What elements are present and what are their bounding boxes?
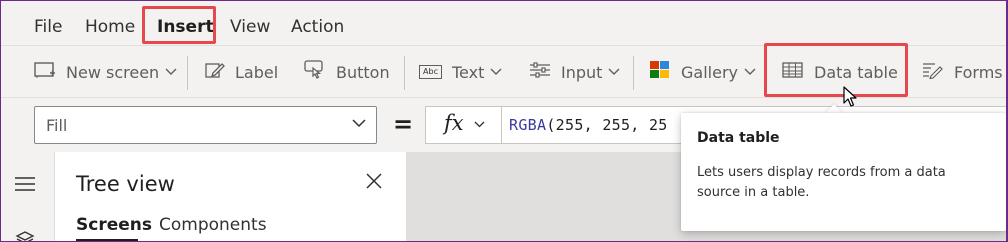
- property-value: Fill: [46, 116, 68, 135]
- new-screen-button[interactable]: New screen: [34, 46, 177, 98]
- input-icon: [529, 61, 561, 83]
- equals-sign: =: [393, 110, 414, 138]
- formula-function: RGBA: [509, 116, 547, 134]
- menu-home[interactable]: Home: [85, 17, 135, 37]
- data-table-tooltip: Data table Lets users display records fr…: [681, 113, 1006, 231]
- label-label: Label: [235, 62, 279, 82]
- tree-view-title: Tree view: [76, 172, 175, 196]
- new-screen-icon: [34, 61, 66, 83]
- text-label: Text: [452, 62, 485, 82]
- ribbon-separator: [187, 56, 188, 90]
- button-button[interactable]: Button: [304, 46, 390, 98]
- chevron-down-icon: [490, 68, 502, 75]
- chevron-down-icon: [474, 121, 485, 128]
- close-icon[interactable]: [365, 172, 383, 190]
- chevron-down-icon: [744, 68, 756, 75]
- button-icon: [304, 60, 336, 84]
- tooltip-title: Data table: [697, 130, 780, 146]
- left-rail: [1, 152, 55, 242]
- chevron-down-icon: [352, 119, 366, 128]
- property-dropdown[interactable]: Fill: [34, 106, 377, 144]
- gallery-icon: [649, 60, 681, 84]
- hamburger-icon[interactable]: [14, 176, 36, 192]
- app-window: File Home Insert View Action New screen …: [0, 0, 1008, 242]
- new-screen-label: New screen: [66, 62, 160, 82]
- text-icon: Abc: [419, 65, 442, 79]
- tooltip-body: Lets users display records from a data s…: [697, 165, 946, 200]
- forms-icon: [922, 61, 954, 83]
- fx-icon: fx: [444, 111, 464, 135]
- tab-screens[interactable]: Screens: [76, 215, 152, 235]
- data-table-highlight-box: [764, 43, 908, 97]
- forms-label: Forms: [954, 62, 1003, 82]
- chevron-down-icon: [608, 68, 620, 75]
- tab-components[interactable]: Components: [159, 215, 267, 235]
- label-icon: [205, 61, 235, 83]
- menu-file[interactable]: File: [34, 17, 62, 37]
- gallery-label: Gallery: [681, 62, 738, 82]
- forms-button[interactable]: Forms: [922, 46, 1006, 98]
- formula-text: RGBA(255, 255, 25: [509, 116, 668, 134]
- menu-action[interactable]: Action: [291, 17, 344, 37]
- ribbon-separator: [404, 56, 405, 90]
- gallery-button[interactable]: Gallery: [649, 46, 756, 98]
- insert-highlight-box: [142, 6, 216, 44]
- button-label: Button: [336, 62, 390, 82]
- text-button[interactable]: Abc Text: [419, 46, 502, 98]
- label-button[interactable]: Label: [205, 46, 278, 98]
- ribbon-separator: [633, 56, 634, 90]
- tree-view-pane: Tree view Screens Components: [55, 152, 407, 241]
- layers-icon[interactable]: [15, 230, 35, 242]
- pointer-cursor-icon: [843, 86, 857, 107]
- chevron-down-icon: [165, 68, 177, 75]
- input-button[interactable]: Input: [529, 46, 620, 98]
- input-label: Input: [561, 62, 603, 82]
- fx-button[interactable]: fx: [425, 106, 501, 144]
- formula-arguments: (255, 255, 25: [546, 116, 668, 134]
- menu-view[interactable]: View: [230, 17, 270, 37]
